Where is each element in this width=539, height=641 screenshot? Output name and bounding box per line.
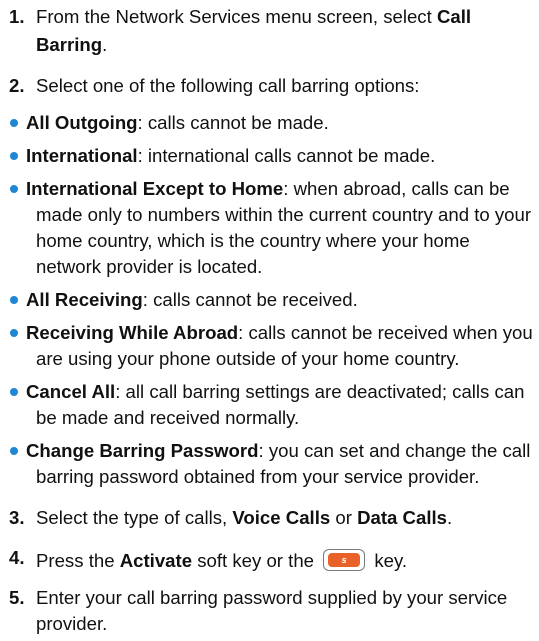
step-text-plain: . bbox=[447, 507, 453, 528]
step-number: 5. bbox=[9, 587, 25, 608]
step-text: From the Network Services menu screen, s… bbox=[36, 4, 471, 30]
soft-key-glyph: s bbox=[328, 553, 361, 567]
step-text-plain: soft key or the bbox=[192, 550, 320, 571]
step-text-plain: From the Network Services menu screen, s… bbox=[36, 6, 437, 27]
option-text: Receiving While Abroad: calls cannot be … bbox=[26, 320, 533, 346]
bullet-icon bbox=[10, 152, 18, 160]
option-desc-line: be made and received normally. bbox=[36, 407, 300, 428]
option-label: Change Barring Password bbox=[26, 440, 259, 461]
step-text-plain: Select the type of calls, bbox=[36, 507, 233, 528]
option-desc: : you can set and change the call bbox=[258, 440, 531, 461]
step-text: Press the Activate soft key or the s key… bbox=[36, 545, 407, 574]
option-text: Change Barring Password: you can set and… bbox=[26, 438, 530, 464]
step-text: Select the type of calls, Voice Calls or… bbox=[36, 505, 452, 531]
step-number: 1. bbox=[9, 6, 25, 27]
bullet-icon bbox=[10, 447, 18, 455]
option-text: International: international calls canno… bbox=[26, 143, 435, 169]
step-text: provider. bbox=[36, 613, 108, 634]
bullet-icon bbox=[10, 329, 18, 337]
option-label: International Except to Home bbox=[26, 178, 284, 199]
option-desc-line: made only to numbers within the current … bbox=[36, 204, 532, 225]
option-desc-line: network provider is located. bbox=[36, 256, 263, 277]
bullet-icon bbox=[10, 388, 18, 396]
step-text-plain: key. bbox=[369, 550, 408, 571]
step-text-plain: Press the bbox=[36, 550, 120, 571]
bullet-icon bbox=[10, 185, 18, 193]
step-number: 2. bbox=[9, 75, 25, 96]
soft-key-icon: s bbox=[323, 549, 366, 571]
option-text: All Receiving: calls cannot be received. bbox=[26, 287, 358, 313]
option-desc: : calls cannot be made. bbox=[137, 112, 329, 133]
option-text: International Except to Home: when abroa… bbox=[26, 176, 510, 202]
step-text-bold: Data Calls bbox=[357, 507, 448, 528]
option-desc-line: home country, which is the country where… bbox=[36, 230, 470, 251]
step-text-bold: Call bbox=[436, 6, 472, 27]
option-desc: : when abroad, calls can be bbox=[283, 178, 510, 199]
option-label: All Receiving bbox=[26, 289, 143, 310]
bullet-icon bbox=[10, 119, 18, 127]
step-text: Barring. bbox=[36, 32, 107, 58]
option-desc: : calls cannot be received. bbox=[142, 289, 358, 310]
instruction-document: 1. From the Network Services menu screen… bbox=[0, 0, 539, 641]
step-text-plain: . bbox=[102, 34, 108, 55]
step-text-bold: Voice Calls bbox=[232, 507, 331, 528]
step-text-bold: Barring bbox=[36, 34, 103, 55]
option-desc-line: barring password obtained from your serv… bbox=[36, 466, 480, 487]
option-desc: : international calls cannot be made. bbox=[137, 145, 436, 166]
option-label: All Outgoing bbox=[26, 112, 138, 133]
step-text-plain: or bbox=[330, 507, 358, 528]
option-text: Cancel All: all call barring settings ar… bbox=[26, 379, 525, 405]
option-label: Cancel All bbox=[26, 381, 116, 402]
option-desc-line: are using your phone outside of your hom… bbox=[36, 348, 460, 369]
bullet-icon bbox=[10, 296, 18, 304]
option-desc: : all call barring settings are deactiva… bbox=[115, 381, 525, 402]
step-text: Select one of the following call barring… bbox=[36, 75, 420, 96]
option-desc: : calls cannot be received when you bbox=[238, 322, 533, 343]
option-label: International bbox=[26, 145, 138, 166]
step-number: 4. bbox=[9, 547, 25, 568]
step-text-bold: Activate bbox=[119, 550, 193, 571]
step-text: Enter your call barring password supplie… bbox=[36, 587, 508, 608]
option-text: All Outgoing: calls cannot be made. bbox=[26, 110, 329, 136]
option-label: Receiving While Abroad bbox=[26, 322, 239, 343]
step-number: 3. bbox=[9, 507, 25, 528]
